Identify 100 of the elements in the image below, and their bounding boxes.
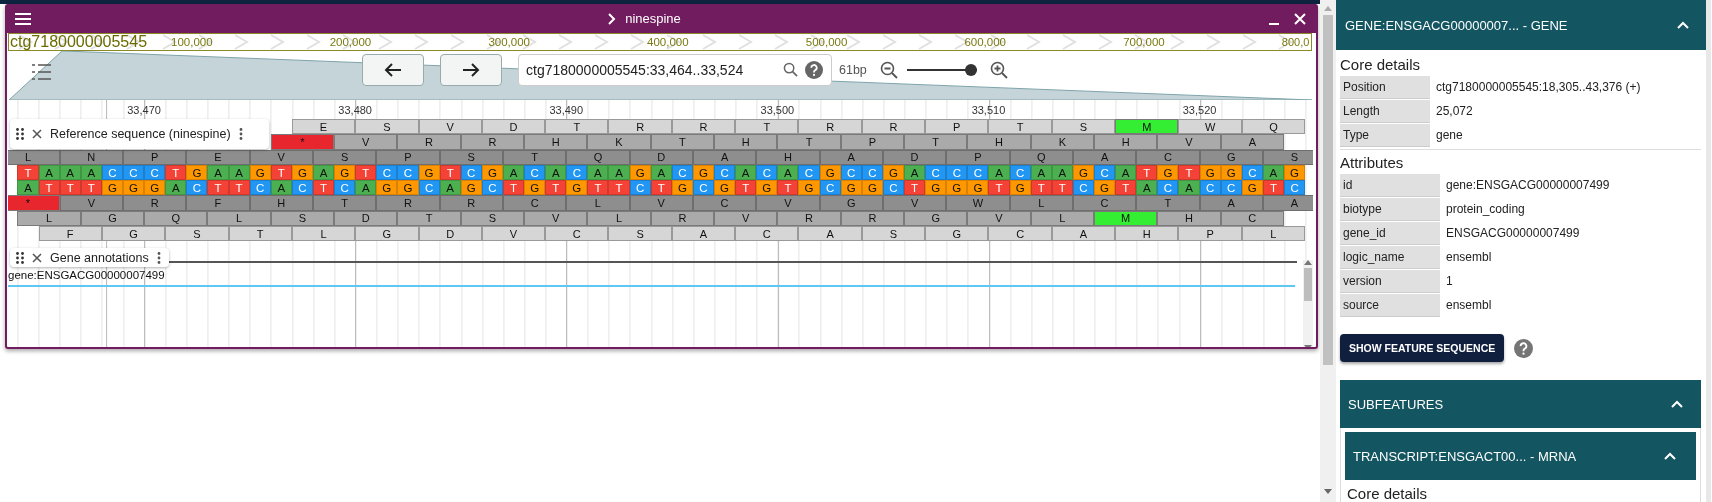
amino-acid-cell: C xyxy=(1072,195,1137,211)
amino-acid-cell: R xyxy=(671,119,736,135)
amino-acid-cell: R xyxy=(439,195,503,211)
amino-acid-cell: P xyxy=(1178,226,1242,242)
amino-acid-cell: Q xyxy=(1241,119,1306,135)
amino-acid-cell: M xyxy=(1115,119,1179,135)
base-cell: G xyxy=(144,180,166,196)
accordion-header[interactable]: SUBFEATURES xyxy=(1340,380,1701,428)
section-title: Core details xyxy=(1346,485,1429,502)
amino-acid-cell: L xyxy=(291,226,356,242)
base-cell: C xyxy=(481,180,503,196)
amino-acid-cell: P xyxy=(925,119,989,135)
zoom-slider[interactable] xyxy=(906,63,977,76)
more-vert-icon[interactable] xyxy=(156,251,161,264)
amino-acid-cell: T xyxy=(1136,195,1200,211)
base-cell: T xyxy=(988,180,1010,196)
slider-thumb[interactable] xyxy=(965,63,978,76)
zoom-in-icon[interactable] xyxy=(989,60,1008,79)
scrollbar[interactable] xyxy=(1320,0,1336,502)
track-list-icon[interactable] xyxy=(31,62,51,81)
base-cell: G xyxy=(798,180,820,196)
amino-acid-cell: S xyxy=(165,226,229,242)
amino-acid-cell: R xyxy=(397,134,461,150)
ruler-label: 33,510 xyxy=(970,103,1007,116)
base-cell: C xyxy=(819,180,841,196)
caret-up-icon[interactable] xyxy=(1671,400,1683,408)
base-cell: G xyxy=(1009,180,1031,196)
more-vert-icon[interactable] xyxy=(238,128,243,140)
base-cell: T xyxy=(502,180,525,196)
overview-bar[interactable]: ctg7180000005545 100,000 200,000 300,000 400,000 500,000 600,000 700,000 800,0 xyxy=(8,33,1312,51)
show-sequence-button[interactable]: SHOW FEATURE SEQUENCE xyxy=(1340,334,1505,362)
close-icon[interactable] xyxy=(32,252,42,263)
ruler-label: 33,480 xyxy=(337,103,373,116)
amino-acid-cell: V xyxy=(418,119,482,135)
base-cell: T xyxy=(1030,180,1052,196)
field-label: biotype xyxy=(1340,198,1440,221)
base-cell: T xyxy=(587,180,609,196)
drag-handle-icon[interactable] xyxy=(16,128,24,140)
amino-acid-cell: P xyxy=(122,149,187,165)
section-title: Core details xyxy=(1340,56,1422,73)
ruler-label: 33,500 xyxy=(759,103,796,116)
base-cell: T xyxy=(38,180,60,196)
base-cell: A xyxy=(17,180,39,196)
amino-acid-cell: H xyxy=(1094,134,1158,150)
base-cell: T xyxy=(777,180,799,196)
scroll-down-icon[interactable] xyxy=(1324,489,1332,494)
base-cell: A xyxy=(270,180,292,196)
amino-acid-cell: G xyxy=(925,226,989,242)
help-icon[interactable] xyxy=(805,60,823,79)
section-title: Attributes xyxy=(1340,149,1701,171)
ruler-label: 33,470 xyxy=(126,103,162,116)
amino-acid-cell: S xyxy=(861,226,926,242)
base-cell: G xyxy=(1094,180,1116,196)
close-icon[interactable] xyxy=(32,129,42,139)
forward-button[interactable] xyxy=(440,53,502,86)
menu-icon[interactable] xyxy=(15,12,31,25)
caret-up-icon[interactable] xyxy=(1677,21,1689,29)
search-icon[interactable] xyxy=(783,62,798,77)
amino-acid-cell: V xyxy=(59,195,123,211)
base-cell: G xyxy=(671,180,693,196)
drag-handle-icon[interactable] xyxy=(16,251,24,264)
amino-acid-cell: C xyxy=(988,226,1052,242)
field-label: version xyxy=(1340,270,1440,293)
help-icon[interactable] xyxy=(1514,338,1534,358)
base-cell: T xyxy=(904,180,926,196)
span-label: 61bp xyxy=(839,62,867,77)
field-value: 25,072 xyxy=(1435,103,1474,120)
base-cell: T xyxy=(59,180,81,196)
amino-acid-cell: * xyxy=(8,195,60,211)
arrow-left-icon xyxy=(384,61,402,78)
amino-acid-cell: A xyxy=(1199,195,1263,211)
back-button[interactable] xyxy=(362,53,424,86)
amino-acid-cell: G xyxy=(101,226,166,242)
amino-acid-cell: T xyxy=(650,134,715,150)
amino-acid-cell: T xyxy=(988,119,1052,135)
base-cell: C xyxy=(249,180,271,196)
accordion-header[interactable]: TRANSCRIPT:ENSGACT00... - MRNA xyxy=(1345,432,1696,480)
amino-acid-cell: C xyxy=(502,195,567,211)
caret-up-icon[interactable] xyxy=(1664,452,1676,460)
gene-line[interactable] xyxy=(168,261,1297,264)
field-value: ctg7180000005545:18,305..43,376 (+) xyxy=(1435,79,1642,96)
accordion-header[interactable]: GENE:ENSGACG00000007... - GENE xyxy=(1336,0,1706,50)
field-label: logic_name xyxy=(1340,246,1440,269)
base-cell: T xyxy=(650,180,672,196)
base-cell: C xyxy=(1157,180,1179,196)
base-cell: G xyxy=(122,180,145,196)
scrollbar[interactable] xyxy=(1303,260,1313,347)
base-cell: G xyxy=(946,180,968,196)
location-search-field[interactable]: ctg7180000005545:33,464..33,524 xyxy=(518,53,832,86)
zoom-out-icon[interactable] xyxy=(879,60,898,79)
scroll-up-icon[interactable] xyxy=(1304,260,1312,266)
base-cell: G xyxy=(840,180,862,196)
section-heading: SUBFEATURES xyxy=(1348,396,1444,412)
base-cell: T xyxy=(207,180,229,196)
amino-acid-cell: A xyxy=(798,226,862,242)
base-cell: C xyxy=(291,180,313,196)
base-cell: T xyxy=(312,180,335,196)
amino-acid-cell: V xyxy=(882,195,947,211)
amino-acid-cell: K xyxy=(587,134,651,150)
chevron-right-icon[interactable] xyxy=(608,12,617,25)
